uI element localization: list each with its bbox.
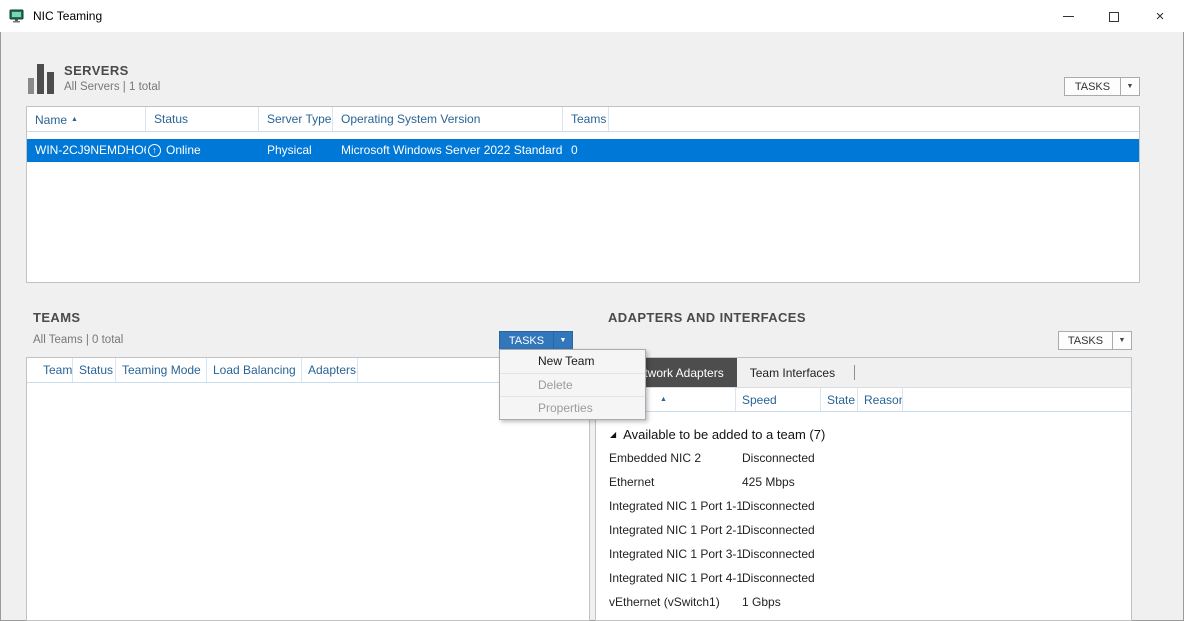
adapter-row[interactable]: vEthernet (vSwitch1) 1 Gbps — [596, 590, 1131, 614]
menu-item-delete: Delete — [500, 373, 645, 396]
adapters-col-reason[interactable]: Reason — [858, 388, 903, 411]
servers-col-os-version[interactable]: Operating System Version — [333, 107, 563, 131]
adapters-section-title: ADAPTERS AND INTERFACES — [608, 310, 806, 325]
minimize-button[interactable] — [1045, 1, 1091, 32]
servers-col-filler — [609, 107, 1139, 131]
servers-table-header: Name▲ Status Server Type Operating Syste… — [27, 107, 1139, 132]
adapter-speed: Disconnected — [742, 566, 1131, 590]
group-header-label: Available to be added to a team (7) — [623, 424, 825, 446]
adapters-tasks-label: TASKS — [1059, 335, 1112, 347]
nic-teaming-window: NIC Teaming × SERVERS All Servers | 1 to… — [0, 0, 1184, 621]
adapter-row[interactable]: Ethernet 425 Mbps — [596, 470, 1131, 494]
adapters-table-header: ▲ Speed State Reason — [596, 388, 1131, 412]
server-status-cell: ↑ Online — [146, 139, 259, 162]
adapter-row[interactable]: Integrated NIC 1 Port 1-1 Disconnected — [596, 494, 1131, 518]
servers-col-name[interactable]: Name▲ — [27, 107, 146, 131]
adapter-name: Integrated NIC 1 Port 4-1 — [596, 566, 742, 590]
nic-teaming-app-icon — [9, 8, 25, 24]
window-controls: × — [1045, 1, 1183, 32]
server-os-cell: Microsoft Windows Server 2022 Standard — [333, 139, 563, 162]
server-type-cell: Physical — [259, 139, 333, 162]
titlebar: NIC Teaming × — [0, 0, 1184, 32]
adapter-speed: 1 Gbps — [742, 590, 1131, 614]
server-row-filler — [609, 139, 1139, 162]
adapters-col-filler — [903, 388, 1131, 411]
close-icon: × — [1156, 9, 1165, 24]
maximize-icon — [1109, 12, 1119, 22]
teams-tasks-label: TASKS — [500, 335, 553, 347]
teams-tasks-button[interactable]: TASKS ▼ — [499, 331, 573, 350]
server-status-text: Online — [166, 139, 201, 162]
servers-col-teams[interactable]: Teams — [563, 107, 609, 131]
adapters-tasks-button[interactable]: TASKS ▼ — [1058, 331, 1132, 350]
menu-item-properties: Properties — [500, 396, 645, 419]
teams-section-subtitle: All Teams | 0 total — [33, 334, 123, 346]
minimize-icon — [1063, 16, 1074, 17]
adapter-row[interactable]: Integrated NIC 1 Port 4-1 Disconnected — [596, 566, 1131, 590]
adapter-speed: Disconnected — [742, 446, 1131, 470]
adapters-panel: Network Adapters Team Interfaces ▲ Speed… — [595, 357, 1132, 621]
adapter-name: Integrated NIC 1 Port 2-1 — [596, 518, 742, 542]
sort-ascending-icon: ▲ — [660, 396, 667, 403]
adapter-row[interactable]: Integrated NIC 1 Port 3-1 Disconnected — [596, 542, 1131, 566]
server-table-row[interactable]: WIN-2CJ9NEMDHO6 ↑ Online Physical Micros… — [27, 139, 1139, 162]
adapter-row[interactable]: Embedded NIC 2 Disconnected — [596, 446, 1131, 470]
teams-col-adapters[interactable]: Adapters — [302, 358, 358, 382]
online-up-arrow-icon: ↑ — [148, 144, 161, 157]
adapters-tabbar: Network Adapters Team Interfaces — [596, 358, 1131, 388]
adapter-speed: Disconnected — [742, 494, 1131, 518]
servers-col-status[interactable]: Status — [146, 107, 259, 131]
server-name-cell: WIN-2CJ9NEMDHO6 — [27, 139, 146, 162]
maximize-button[interactable] — [1091, 1, 1137, 32]
chevron-down-icon: ▼ — [554, 337, 572, 344]
adapter-name: vEthernet (vSwitch1) — [596, 590, 742, 614]
adapter-speed: 425 Mbps — [742, 470, 1131, 494]
menu-item-new-team[interactable]: New Team — [500, 350, 645, 373]
adapter-speed: Disconnected — [742, 542, 1131, 566]
servers-tasks-button[interactable]: TASKS ▼ — [1064, 77, 1140, 96]
adapters-col-speed[interactable]: Speed — [736, 388, 821, 411]
servers-panel: Name▲ Status Server Type Operating Syste… — [26, 106, 1140, 283]
adapter-name: Ethernet — [596, 470, 742, 494]
teams-col-status[interactable]: Status — [73, 358, 116, 382]
tab-team-interfaces[interactable]: Team Interfaces — [737, 358, 848, 387]
adapter-name: Integrated NIC 1 Port 1-1 — [596, 494, 742, 518]
window-title: NIC Teaming — [33, 9, 102, 23]
adapter-row[interactable]: Integrated NIC 1 Port 2-1 Disconnected — [596, 518, 1131, 542]
teams-col-load-balancing[interactable]: Load Balancing — [207, 358, 302, 382]
adapter-name: Embedded NIC 2 — [596, 446, 742, 470]
servers-col-server-type[interactable]: Server Type — [259, 107, 333, 131]
teams-col-teaming-mode[interactable]: Teaming Mode — [116, 358, 207, 382]
close-button[interactable]: × — [1137, 1, 1183, 32]
servers-icon — [28, 64, 54, 94]
servers-section-title: SERVERS — [64, 63, 129, 78]
sort-ascending-icon: ▲ — [71, 116, 78, 123]
teams-section-title: TEAMS — [33, 310, 81, 325]
chevron-down-icon: ▼ — [1121, 83, 1139, 90]
group-expanded-icon: ◢ — [610, 424, 616, 446]
adapters-group-header[interactable]: ◢ Available to be added to a team (7) — [596, 424, 1131, 446]
adapter-name: Integrated NIC 1 Port 3-1 — [596, 542, 742, 566]
teams-tasks-menu: New Team Delete Properties — [499, 349, 646, 420]
adapters-col-state[interactable]: State — [821, 388, 858, 411]
servers-section-subtitle: All Servers | 1 total — [64, 81, 160, 93]
server-teams-cell: 0 — [563, 139, 609, 162]
adapter-speed: Disconnected — [742, 518, 1131, 542]
teams-col-team[interactable]: Team — [27, 358, 73, 382]
tab-divider — [854, 365, 855, 380]
chevron-down-icon: ▼ — [1113, 337, 1131, 344]
servers-tasks-label: TASKS — [1065, 81, 1120, 93]
